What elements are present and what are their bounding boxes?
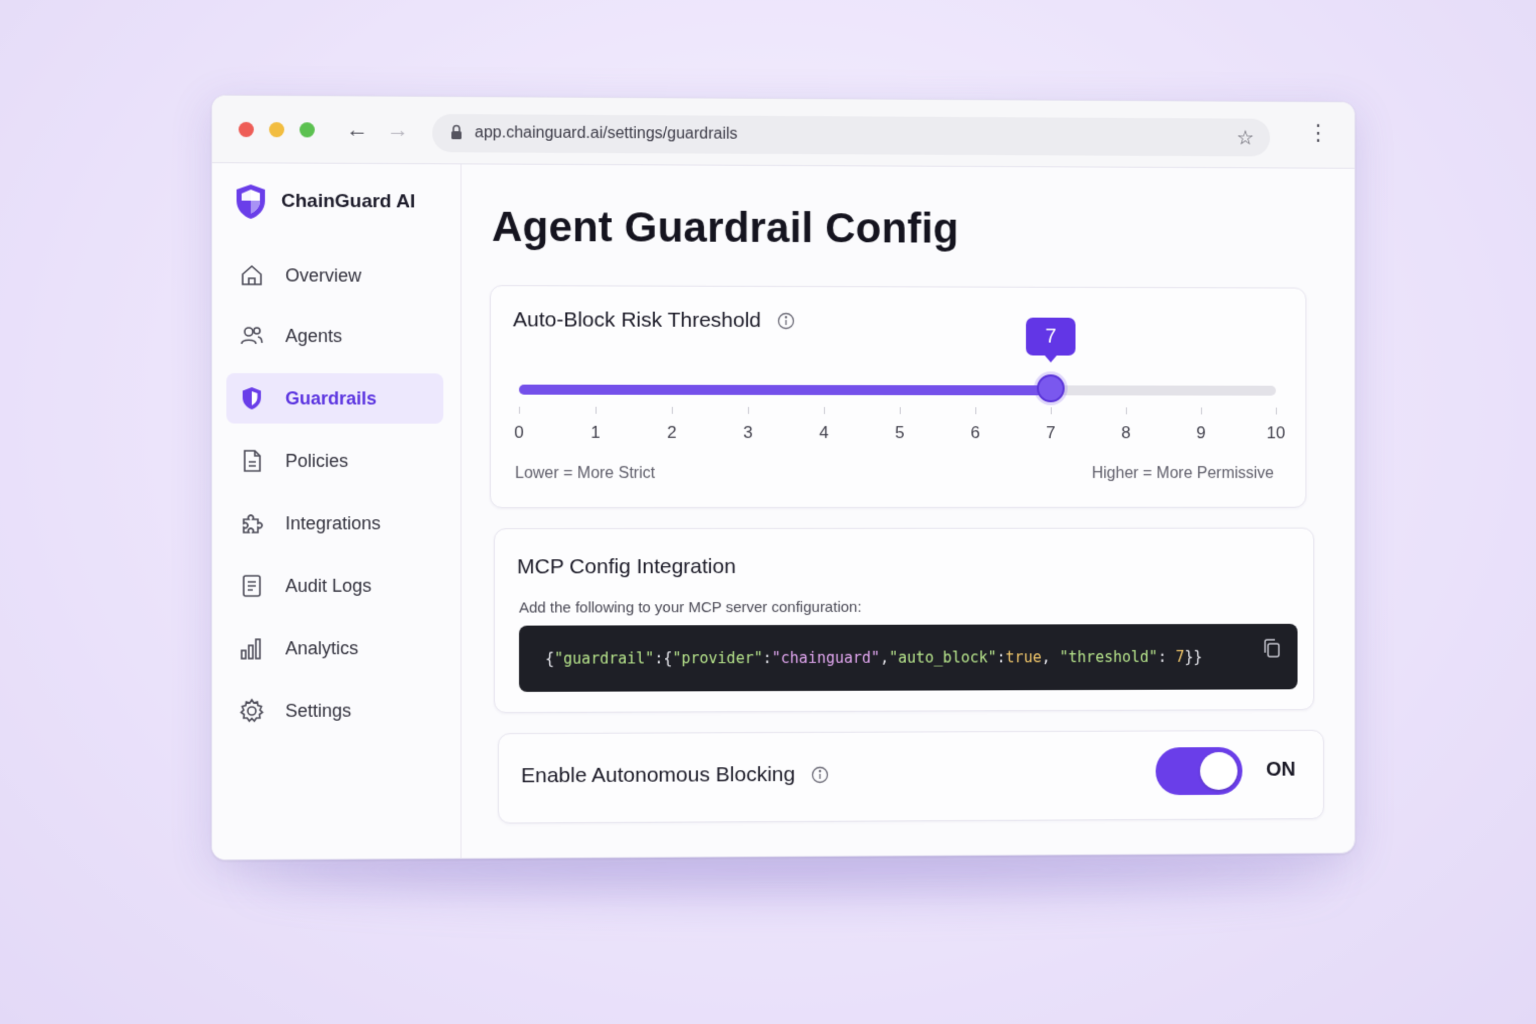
slider-tick-label: 0	[514, 422, 524, 442]
sidebar: ChainGuard AI Overview Agents Guardrails	[212, 163, 462, 860]
code-block[interactable]: {"guardrail":{"provider":"chainguard","a…	[519, 623, 1298, 692]
sidebar-item-guardrails[interactable]: Guardrails	[226, 373, 444, 424]
threshold-title-row: Auto-Block Risk Threshold	[513, 308, 795, 333]
autonomous-title-row: Enable Autonomous Blocking	[521, 763, 829, 788]
slider-tick	[1275, 407, 1277, 415]
autonomous-blocking-card: Enable Autonomous Blocking ON	[497, 729, 1325, 824]
slider-tick-label: 7	[1046, 423, 1056, 443]
forward-arrow-icon[interactable]: →	[387, 117, 409, 143]
bookmark-star-icon[interactable]: ☆	[1237, 126, 1255, 151]
sidebar-item-label: Audit Logs	[285, 575, 372, 596]
bar-chart-icon	[239, 635, 265, 661]
slider-tick	[1201, 407, 1203, 415]
threshold-card: Auto-Block Risk Threshold 7 0 1 2 3 4 5 6 7 8 9 10…	[489, 285, 1307, 509]
mcp-subtitle: Add the following to your MCP server con…	[519, 598, 862, 617]
permissive-note: Higher = More Permissive	[1091, 465, 1274, 482]
sidebar-item-overview[interactable]: Overview	[226, 250, 443, 301]
sidebar-item-integrations[interactable]: Integrations	[226, 498, 443, 549]
sidebar-item-label: Overview	[285, 264, 362, 286]
users-icon	[239, 323, 265, 349]
home-icon	[239, 262, 265, 288]
brand-name: ChainGuard AI	[281, 190, 416, 213]
config-code: {"guardrail":{"provider":"chainguard","a…	[545, 647, 1203, 668]
slider-tick-label: 9	[1196, 423, 1206, 443]
browser-toolbar: ← → app.chainguard.ai/settings/guardrail…	[212, 95, 1355, 169]
slider-tick	[1125, 407, 1127, 415]
back-arrow-icon[interactable]: ←	[346, 116, 368, 142]
slider-value-bubble: 7	[1025, 317, 1076, 356]
slider-tick-label: 3	[743, 422, 753, 442]
minimize-window-button[interactable]	[269, 122, 285, 138]
sidebar-item-analytics[interactable]: Analytics	[226, 623, 443, 674]
slider-tick-label: 10	[1266, 423, 1286, 443]
threshold-title: Auto-Block Risk Threshold	[512, 308, 762, 332]
autonomous-blocking-toggle[interactable]	[1155, 747, 1243, 796]
sidebar-item-label: Policies	[285, 450, 349, 471]
slider-tick	[595, 406, 597, 414]
sidebar-item-policies[interactable]: Policies	[226, 436, 443, 486]
sidebar-item-label: Settings	[285, 700, 352, 721]
page-title: Agent Guardrail Config	[491, 202, 959, 252]
sidebar-item-audit-logs[interactable]: Audit Logs	[226, 560, 443, 611]
browser-window: ← → app.chainguard.ai/settings/guardrail…	[211, 94, 1356, 861]
close-window-button[interactable]	[238, 121, 254, 138]
slider-tick	[975, 407, 977, 415]
slider-fill	[519, 384, 1051, 396]
slider-tick-label: 2	[667, 422, 677, 442]
sidebar-item-settings[interactable]: Settings	[226, 685, 443, 736]
sidebar-item-label: Agents	[285, 325, 343, 346]
slider-tick	[899, 407, 901, 415]
slider-tick-label: 1	[590, 422, 601, 442]
browser-menu-icon[interactable]: ⋮	[1307, 120, 1329, 145]
mcp-config-card: MCP Config Integration Add the following…	[493, 527, 1315, 714]
gear-icon	[239, 698, 265, 724]
sidebar-item-label: Analytics	[285, 637, 359, 658]
slider-tick-label: 5	[895, 423, 905, 443]
maximize-window-button[interactable]	[299, 122, 315, 138]
slider-tick	[1050, 407, 1052, 415]
slider-tick	[671, 406, 673, 414]
slider-thumb[interactable]	[1036, 374, 1065, 403]
document-icon	[239, 448, 265, 474]
copy-icon[interactable]	[1262, 638, 1282, 660]
slider-tick	[823, 407, 825, 415]
sidebar-item-agents[interactable]: Agents	[226, 311, 443, 362]
slider-tick	[747, 406, 749, 414]
mcp-title: MCP Config Integration	[516, 555, 736, 579]
toggle-knob	[1200, 752, 1238, 790]
autonomous-label: Enable Autonomous Blocking	[521, 762, 796, 788]
strict-note: Lower = More Strict	[514, 464, 655, 483]
info-icon[interactable]	[811, 766, 829, 784]
chainguard-logo-icon	[236, 184, 266, 219]
slider-tick-label: 6	[970, 423, 981, 443]
list-icon	[239, 573, 265, 599]
shield-icon	[239, 385, 265, 411]
toggle-state-label: ON	[1266, 758, 1296, 781]
sidebar-item-label: Integrations	[285, 512, 381, 533]
slider-tick	[519, 406, 521, 414]
sidebar-item-label: Guardrails	[285, 387, 377, 409]
main-content: Agent Guardrail Config Auto-Block Risk T…	[462, 164, 1355, 858]
slider-tick-label: 8	[1121, 423, 1131, 443]
slider-ticks: 0 1 2 3 4 5 6 7 8 9 10	[491, 286, 1306, 442]
address-bar[interactable]: app.chainguard.ai/settings/guardrails ☆	[432, 113, 1270, 157]
info-icon[interactable]	[777, 312, 795, 330]
brand[interactable]: ChainGuard AI	[235, 183, 416, 220]
risk-threshold-slider[interactable]: 7	[519, 317, 1276, 403]
slider-tick-label: 4	[819, 423, 829, 443]
lock-icon	[450, 124, 462, 140]
url-text: app.chainguard.ai/settings/guardrails	[474, 124, 738, 143]
puzzle-icon	[239, 510, 265, 536]
